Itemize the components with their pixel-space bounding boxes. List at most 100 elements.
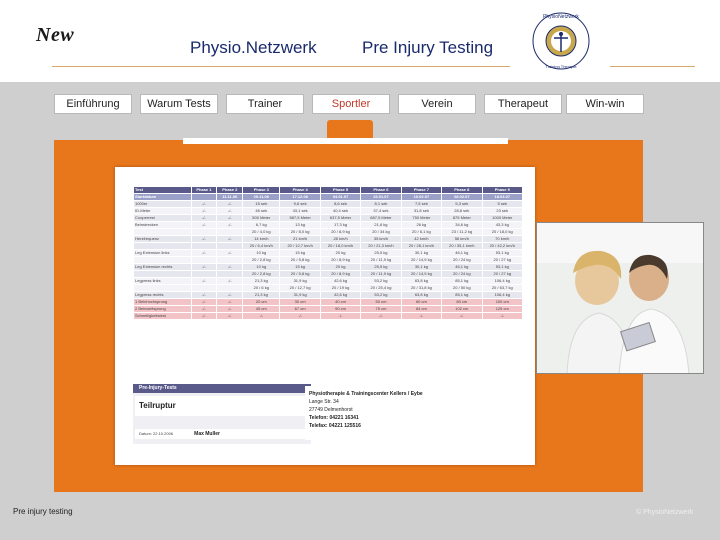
table-cell: 14 km/h bbox=[242, 235, 281, 243]
table-cell: 60 cm bbox=[400, 298, 443, 306]
table-cell: 7,5 sek bbox=[400, 200, 443, 208]
table-cell: Leg Extension links bbox=[133, 249, 192, 257]
table-cell: 20 / 6,1 kg bbox=[400, 228, 443, 236]
table-cell: 29.11.06 bbox=[242, 193, 281, 201]
table-cell: -/- bbox=[216, 312, 244, 320]
table-cell: Startdatum bbox=[133, 193, 192, 201]
address-line: Physiotherapie & Trainingscenter Kellers… bbox=[309, 391, 423, 397]
table-cell: 10.02.07 bbox=[400, 193, 443, 201]
table-cell: 30,1 kg bbox=[400, 263, 443, 271]
table-cell: -/- bbox=[190, 291, 218, 299]
nav-verein[interactable]: Verein bbox=[398, 94, 476, 114]
table-cell: 637,5 Meter bbox=[319, 214, 362, 222]
table-cell: 5,3 sek bbox=[441, 200, 483, 208]
table-cell: 20 / 24 kg bbox=[441, 270, 483, 278]
table-cell: 23.01.07 bbox=[360, 193, 402, 201]
nav-warum-tests[interactable]: Warum Tests bbox=[140, 94, 218, 114]
table-cell bbox=[216, 270, 244, 278]
test-results-sheet: Test Phase 1 Phase 2 Phase 3 Phase 4 Phase 5P… bbox=[115, 167, 535, 465]
nav-therapeut[interactable]: Therapeut bbox=[484, 94, 562, 114]
table-cell: 10 kg bbox=[242, 249, 281, 257]
table-header-cell: Phase 7 bbox=[400, 186, 443, 194]
nav-einfuehrung[interactable]: Einführung bbox=[54, 94, 132, 114]
table-cell: 21,3 kg bbox=[242, 277, 281, 285]
table-cell: 46,1 kg bbox=[441, 249, 483, 257]
table-row: Cooperrest -/- -/- 500 Meter 587,5 Meter 637,… bbox=[133, 214, 524, 222]
table-header-cell: Phase 4 bbox=[279, 186, 321, 194]
table-cell: 04.01.07 bbox=[319, 193, 362, 201]
table-cell: 125 cm bbox=[481, 305, 524, 313]
table-cell: -/- bbox=[190, 249, 218, 257]
svg-text:Training Therapie: Training Therapie bbox=[545, 64, 577, 69]
table-cell: Leg Extension rechts bbox=[133, 263, 192, 271]
footer-left-label: Pre injury testing bbox=[13, 507, 73, 516]
table-row: 20 / 2,8 kg 20 / 5,8 kg 20 / 8,9 kg 20 / 11… bbox=[133, 256, 524, 264]
phase-results-table: Test Phase 1 Phase 2 Phase 3 Phase 4 Phase 5P… bbox=[133, 186, 524, 320]
table-cell: 11.11.06 bbox=[216, 193, 244, 201]
table-cell: 20 / 12,7 km/h bbox=[279, 242, 321, 250]
table-cell: -/- bbox=[216, 235, 244, 243]
table-cell: 30 cm bbox=[279, 298, 321, 306]
new-logo: New bbox=[36, 24, 75, 46]
nav-trainer[interactable]: Trainer bbox=[226, 94, 304, 114]
table-cell bbox=[190, 193, 218, 201]
table-cell: 20 / 28,1 km/h bbox=[400, 242, 443, 250]
table-row: 20 / 6 kg 20 / 12,7 kg 20 / 19 kg 20 / 25,4… bbox=[133, 284, 524, 292]
table-cell: 43,3 kg bbox=[481, 221, 524, 229]
table-cell: 20 / 2,8 kg bbox=[242, 270, 281, 278]
table-cell: 9,6 sek bbox=[279, 200, 321, 208]
patient-card-footer: Datum: 22.10.2006 Max Muller bbox=[135, 429, 309, 439]
table-cell: 20 / 11,9 kg bbox=[360, 270, 402, 278]
table-cell: 30,1 kg bbox=[400, 249, 443, 257]
table-cell: -/- bbox=[216, 200, 244, 208]
table-cell: -/- bbox=[242, 312, 281, 320]
table-row: 20 / 6,4 km/h 20 / 12,7 km/h 20 / 18,0 km/… bbox=[133, 242, 524, 250]
site-title: Physio.Netzwerk bbox=[190, 38, 317, 57]
table-cell: 106,4 kg bbox=[481, 277, 524, 285]
table-cell: 67 cm bbox=[279, 305, 321, 313]
table-header-row: Test Phase 1 Phase 2 Phase 3 Phase 4 Phase 5P… bbox=[133, 186, 524, 194]
active-tab-indicator bbox=[327, 120, 373, 140]
table-cell bbox=[216, 256, 244, 264]
nav-win-win[interactable]: Win-win bbox=[566, 94, 644, 114]
table-cell: -/- bbox=[216, 277, 244, 285]
table-cell: 750 Meter bbox=[400, 214, 443, 222]
table-cell: -/- bbox=[216, 249, 244, 257]
table-cell bbox=[190, 256, 218, 264]
table-cell: -/- bbox=[400, 312, 443, 320]
address-line: Lange Str. 34 bbox=[309, 399, 339, 405]
table-cell: 20 cm bbox=[242, 298, 281, 306]
table-cell: 2 Beinweitsprung bbox=[133, 305, 192, 313]
table-cell: 5 sek bbox=[481, 200, 524, 208]
table-row: Leg Extension links -/- -/- 10 kg 15 kg 20 kg… bbox=[133, 249, 524, 257]
table-cell: 18.03.07 bbox=[481, 193, 524, 201]
table-cell bbox=[133, 228, 192, 236]
table-cell bbox=[216, 242, 244, 250]
table-cell: 8,6 sek bbox=[319, 200, 362, 208]
table-cell: 20 / 18,0 km/h bbox=[319, 242, 362, 250]
address-line: Telefon: 04221 16341 bbox=[309, 415, 359, 421]
table-cell: 15 kg bbox=[279, 249, 321, 257]
table-cell: 20 / 6,4 km/h bbox=[242, 242, 281, 250]
table-cell: 1000er bbox=[133, 200, 192, 208]
table-cell: 63,8 kg bbox=[400, 277, 443, 285]
table-cell: Legpress links bbox=[133, 277, 192, 285]
table-cell: 20 / 8,9 kg bbox=[319, 228, 362, 236]
patient-card-header: Pre-Injury-Tests bbox=[133, 384, 311, 393]
table-cell: Herzfrequenz bbox=[133, 235, 192, 243]
table-cell: -/- bbox=[216, 214, 244, 222]
table-cell: 20 / 27 kg bbox=[481, 270, 524, 278]
table-cell: 20 / 12,7 kg bbox=[279, 284, 321, 292]
nav-sportler[interactable]: Sportler bbox=[312, 94, 390, 114]
date-label: Datum: 22.10.2006 bbox=[139, 431, 174, 436]
table-cell: 20 / 6 kg bbox=[242, 284, 281, 292]
table-row: Leg Extension rechts -/- -/- 10 kg 15 kg 20 k… bbox=[133, 263, 524, 271]
table-row: 1 Beinhochsprung -/- -/- 20 cm 30 cm 40 cm 50 … bbox=[133, 298, 524, 306]
table-cell: 37,4 sek bbox=[360, 207, 402, 215]
table-header-cell: Test bbox=[133, 186, 192, 194]
table-cell: 20 / 14,9 kg bbox=[400, 270, 443, 278]
table-cell: 20 / 34 kg bbox=[360, 228, 402, 236]
address-line: 27749 Delmenhorst bbox=[309, 407, 353, 413]
table-cell: 85,1 kg bbox=[441, 291, 483, 299]
table-cell: 102 cm bbox=[441, 305, 483, 313]
